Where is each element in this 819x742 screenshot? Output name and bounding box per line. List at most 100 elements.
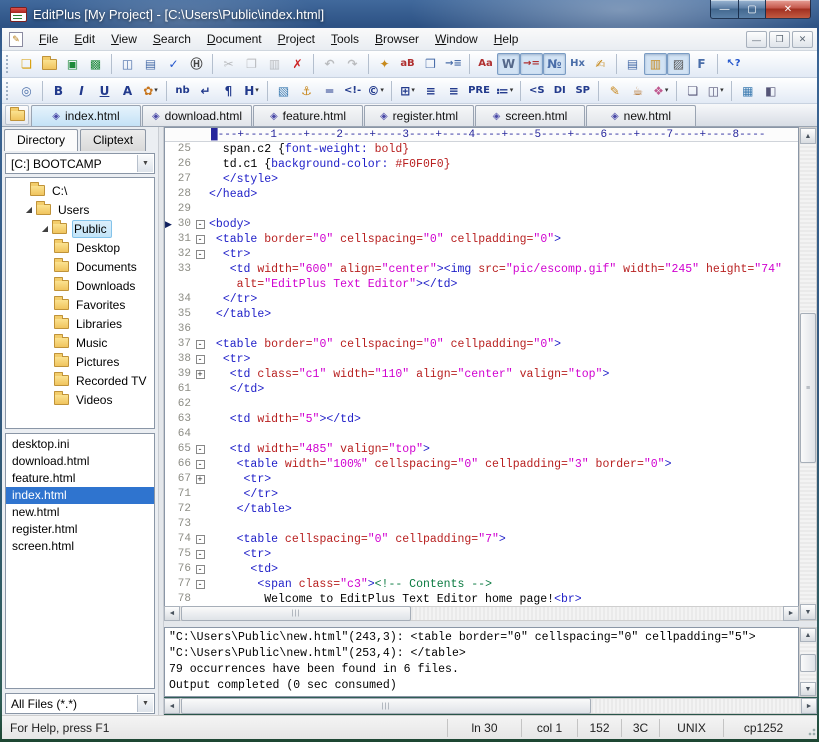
scroll-up-icon[interactable]: ▲ — [800, 628, 816, 642]
line-break-button[interactable]: ↵ — [194, 80, 217, 102]
open-file-button[interactable] — [38, 53, 61, 75]
scrollbar-thumb[interactable]: ||| — [181, 698, 591, 714]
tree-item-music[interactable]: Music — [6, 333, 154, 352]
fold-expand-icon[interactable]: + — [196, 370, 205, 379]
code-line-75[interactable]: 75- <tr> — [165, 547, 798, 562]
image-button[interactable]: ▧ — [272, 80, 295, 102]
comment-button[interactable]: <!- — [341, 80, 364, 102]
code-line-32[interactable]: 32- <tr> — [165, 247, 798, 262]
document-properties-button[interactable]: ✍ — [589, 53, 612, 75]
tree-item-users[interactable]: ◢Users — [6, 200, 154, 219]
code-line-65[interactable]: 65- <td width="485" valign="top"> — [165, 442, 798, 457]
menu-view[interactable]: View — [103, 29, 145, 49]
output-line[interactable]: "C:\Users\Public\new.html"(243,3): <tabl… — [169, 630, 794, 646]
spell-check-button[interactable]: ✓ — [162, 53, 185, 75]
tree-expand-icon[interactable]: ◢ — [38, 224, 52, 233]
code-line-61[interactable]: 61 </td> — [165, 382, 798, 397]
menu-file[interactable]: File — [31, 29, 66, 49]
find-button[interactable]: ✦ — [373, 53, 396, 75]
scroll-right-icon[interactable]: ► — [783, 606, 799, 621]
paragraph-button[interactable]: ¶ — [217, 80, 240, 102]
fold-collapse-icon[interactable]: - — [196, 460, 205, 469]
anchor-button[interactable]: ⚓ — [295, 80, 318, 102]
menu-tools[interactable]: Tools — [323, 29, 367, 49]
color-palette-button[interactable]: ✿▾ — [139, 80, 162, 102]
code-line-26[interactable]: 26 td.c1 {background-color: #F0F0F0} — [165, 157, 798, 172]
editor[interactable]: █---+----1----+----2----+----3----+----4… — [164, 127, 799, 621]
directory-window-button[interactable]: ▥ — [644, 53, 667, 75]
drive-selector[interactable]: [C:] BOOTCAMP ▼ — [5, 153, 155, 174]
save-all-button[interactable]: ▩ — [84, 53, 107, 75]
heading-button[interactable]: H▾ — [240, 80, 263, 102]
tree-item-recorded-tv[interactable]: Recorded TV — [6, 371, 154, 390]
tree-item-libraries[interactable]: Libraries — [6, 314, 154, 333]
list-button[interactable]: ≔▾ — [493, 80, 516, 102]
fold-collapse-icon[interactable]: - — [196, 565, 205, 574]
tab-screen.html[interactable]: ◈screen.html — [475, 105, 585, 126]
code-line-36[interactable]: 36 — [165, 322, 798, 337]
function-list-button[interactable]: F — [690, 53, 713, 75]
split-window-button[interactable]: ◫▾ — [704, 80, 727, 102]
fold-collapse-icon[interactable]: - — [196, 220, 205, 229]
code-line-39[interactable]: 39+ <td class="c1" width="110" align="ce… — [165, 367, 798, 382]
code-line-25[interactable]: 25 span.c2 {font-weight: bold} — [165, 142, 798, 157]
sidebar-tab-directory[interactable]: Directory — [4, 129, 78, 151]
strikethrough-button[interactable]: <S — [525, 80, 548, 102]
file-filter-select[interactable]: All Files (*.*) ▼ — [5, 693, 155, 714]
code-line-35[interactable]: 35 </table> — [165, 307, 798, 322]
menu-help[interactable]: Help — [486, 29, 527, 49]
close-button[interactable]: ✕ — [766, 0, 811, 19]
menu-edit[interactable]: Edit — [66, 29, 103, 49]
italic-button[interactable]: I — [70, 80, 93, 102]
save-button[interactable]: ▣ — [61, 53, 84, 75]
code-line-33[interactable]: 33 <td width="600" align="center"><img s… — [165, 262, 798, 277]
auto-indent-button[interactable]: →= — [520, 53, 543, 75]
output-line[interactable]: Output completed (0 sec consumed) — [169, 678, 794, 694]
code-line-71[interactable]: 71 </tr> — [165, 487, 798, 502]
change-case-button[interactable]: Aa — [474, 53, 497, 75]
delete-button[interactable]: ✗ — [286, 53, 309, 75]
tab-new.html[interactable]: ◈new.html — [586, 105, 696, 126]
document-template-button[interactable]: Ⓗ — [185, 53, 208, 75]
scroll-left-icon[interactable]: ◄ — [164, 606, 180, 621]
fold-expand-icon[interactable]: + — [196, 475, 205, 484]
tab-index.html[interactable]: ◈index.html — [31, 105, 141, 126]
menu-project[interactable]: Project — [270, 29, 323, 49]
fold-collapse-icon[interactable]: - — [196, 250, 205, 259]
output-line[interactable]: "C:\Users\Public\new.html"(253,4): </tab… — [169, 646, 794, 662]
file-item-feature-html[interactable]: feature.html — [6, 470, 154, 487]
toolbar-gripper[interactable] — [6, 82, 11, 100]
code-line-27[interactable]: 27 </style> — [165, 172, 798, 187]
file-item-register-html[interactable]: register.html — [6, 521, 154, 538]
chevron-down-icon[interactable]: ▼ — [137, 695, 153, 712]
code-line-62[interactable]: 62 — [165, 397, 798, 412]
print-button[interactable]: ▤ — [139, 53, 162, 75]
code-line-73[interactable]: 73 — [165, 517, 798, 532]
mdi-restore-button[interactable]: ❐ — [769, 31, 790, 48]
output-panel[interactable]: "C:\Users\Public\new.html"(243,3): <tabl… — [164, 627, 799, 697]
resize-grip[interactable] — [803, 719, 817, 737]
code-line-77[interactable]: 77- <span class="c3"><!-- Contents --> — [165, 577, 798, 592]
table-button[interactable]: ⊞▾ — [396, 80, 419, 102]
non-breaking-space-button[interactable]: nb — [171, 80, 194, 102]
new-file-button[interactable]: ❏ — [15, 53, 38, 75]
horizontal-rule-button[interactable]: ═ — [318, 80, 341, 102]
code-line-78[interactable]: 78 Welcome to EditPlus Text Editor home … — [165, 592, 798, 607]
code-line-wrap[interactable]: alt="EditPlus Text Editor"></td> — [165, 277, 798, 292]
menu-document[interactable]: Document — [199, 29, 270, 49]
browser-preview-button[interactable]: ◎ — [15, 80, 38, 102]
sidebar-tab-cliptext[interactable]: Cliptext — [80, 129, 146, 151]
tree-item-documents[interactable]: Documents — [6, 257, 154, 276]
code-line-30[interactable]: ▶30-<body> — [165, 217, 798, 232]
new-window-button[interactable]: ❏ — [681, 80, 704, 102]
scroll-right-icon[interactable]: ► — [801, 698, 817, 714]
output-line[interactable]: 79 occurrences have been found in 6 file… — [169, 662, 794, 678]
scrollbar-thumb[interactable]: ≡ — [800, 313, 816, 463]
fold-collapse-icon[interactable]: - — [196, 355, 205, 364]
tab-download.html[interactable]: ◈download.html — [142, 105, 252, 126]
division-button[interactable]: DI — [548, 80, 571, 102]
menu-search[interactable]: Search — [145, 29, 199, 49]
tree-item-c-[interactable]: C:\ — [6, 181, 154, 200]
mdi-close-button[interactable]: ✕ — [792, 31, 813, 48]
tree-item-downloads[interactable]: Downloads — [6, 276, 154, 295]
